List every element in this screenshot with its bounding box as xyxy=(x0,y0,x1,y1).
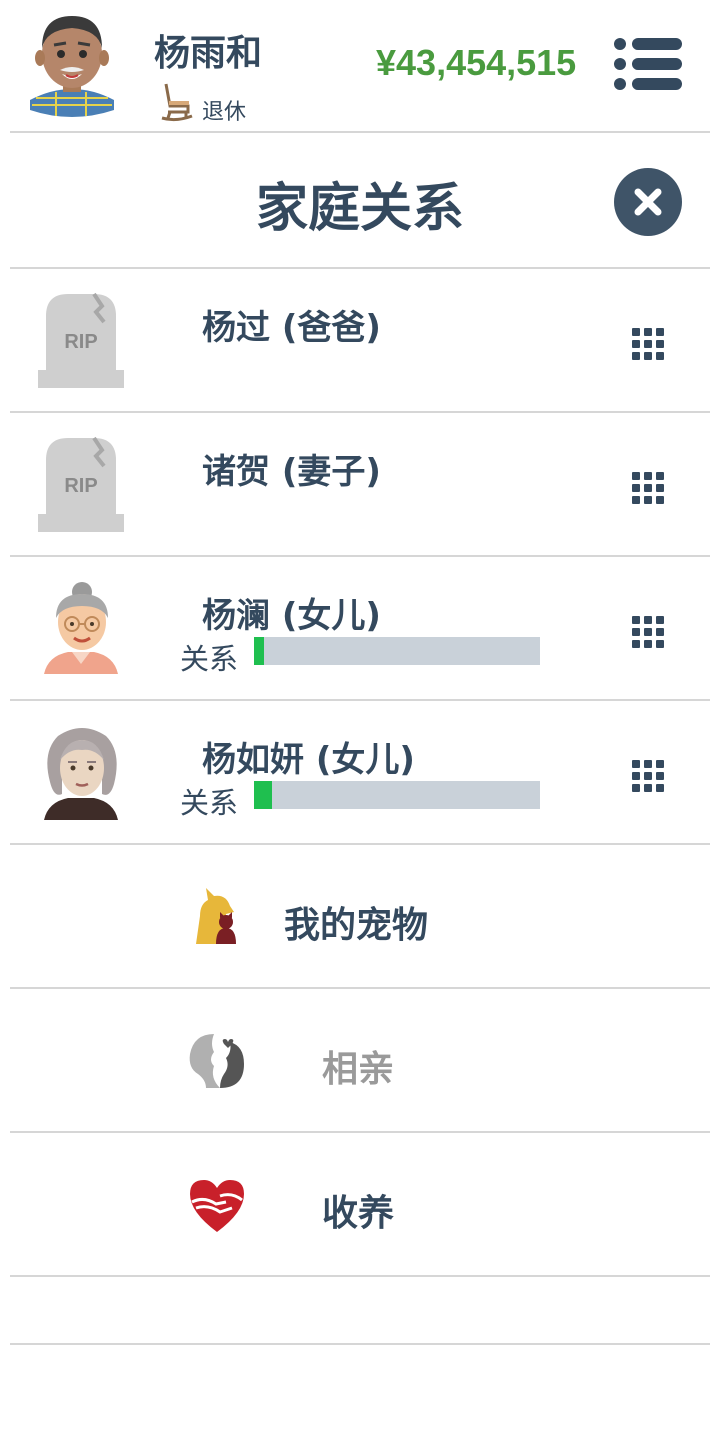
relationship-label: 关系 xyxy=(180,786,239,820)
close-icon xyxy=(634,188,662,216)
divider xyxy=(10,1343,710,1345)
divider xyxy=(10,1131,710,1133)
close-button[interactable] xyxy=(614,168,682,236)
tombstone-text: RIP xyxy=(64,475,97,497)
relationship-label: 关系 xyxy=(180,642,239,676)
dating-label: 相亲 xyxy=(322,1049,395,1090)
family-member-name: 杨如妍 (女儿) xyxy=(202,740,415,780)
divider xyxy=(10,555,710,557)
family-member-name: 杨澜 (女儿) xyxy=(202,596,381,636)
life-status-text: 退休 xyxy=(202,100,247,125)
rocking-chair-icon xyxy=(161,83,193,122)
divider xyxy=(10,1275,710,1277)
dating-button[interactable]: 相亲 xyxy=(10,990,710,1132)
relationship-bar-fill xyxy=(252,781,273,809)
adoption-heart-icon xyxy=(190,1180,244,1232)
money-balance: ¥43,454,515 xyxy=(376,42,577,83)
player-avatar[interactable] xyxy=(26,8,118,120)
relationship-bar xyxy=(252,637,540,665)
family-member-row[interactable]: 杨如妍 (女儿) 关系 xyxy=(10,702,710,844)
family-member-row[interactable]: RIP 杨过 (爸爸) xyxy=(10,270,710,412)
options-grid-icon[interactable] xyxy=(630,758,666,794)
my-pets-label: 我的宠物 xyxy=(284,905,429,946)
options-grid-icon[interactable] xyxy=(630,470,666,506)
divider xyxy=(10,267,710,269)
player-name: 杨雨和 xyxy=(154,33,263,74)
relationship-bar-fill xyxy=(252,637,264,665)
divider xyxy=(10,411,710,413)
divider xyxy=(10,699,710,701)
divider xyxy=(10,987,710,989)
header-bar: 杨雨和 退休 ¥43,454,515 xyxy=(0,0,720,132)
adoption-label: 收养 xyxy=(322,1193,395,1234)
divider xyxy=(10,131,710,133)
adoption-button[interactable]: 收养 xyxy=(10,1134,710,1276)
divider xyxy=(10,843,710,845)
tombstone-text: RIP xyxy=(64,331,97,353)
pets-icon xyxy=(196,888,236,944)
page-title: 家庭关系 xyxy=(255,179,464,239)
daughter-avatar xyxy=(44,582,118,674)
dating-icon xyxy=(189,1034,244,1088)
family-member-name: 诸贺 (妻子) xyxy=(202,452,381,492)
family-member-name: 杨过 (爸爸) xyxy=(202,308,381,348)
family-member-row[interactable]: RIP 诸贺 (妻子) xyxy=(10,414,710,556)
menu-list-icon[interactable] xyxy=(612,36,684,92)
options-grid-icon[interactable] xyxy=(630,326,666,362)
tombstone-icon: RIP xyxy=(38,292,124,388)
options-grid-icon[interactable] xyxy=(630,614,666,650)
family-member-row[interactable]: 杨澜 (女儿) 关系 xyxy=(10,558,710,700)
daughter-avatar xyxy=(44,728,118,820)
my-pets-button[interactable]: 我的宠物 xyxy=(10,846,710,988)
tombstone-icon: RIP xyxy=(38,436,124,532)
relationship-bar xyxy=(252,781,540,809)
